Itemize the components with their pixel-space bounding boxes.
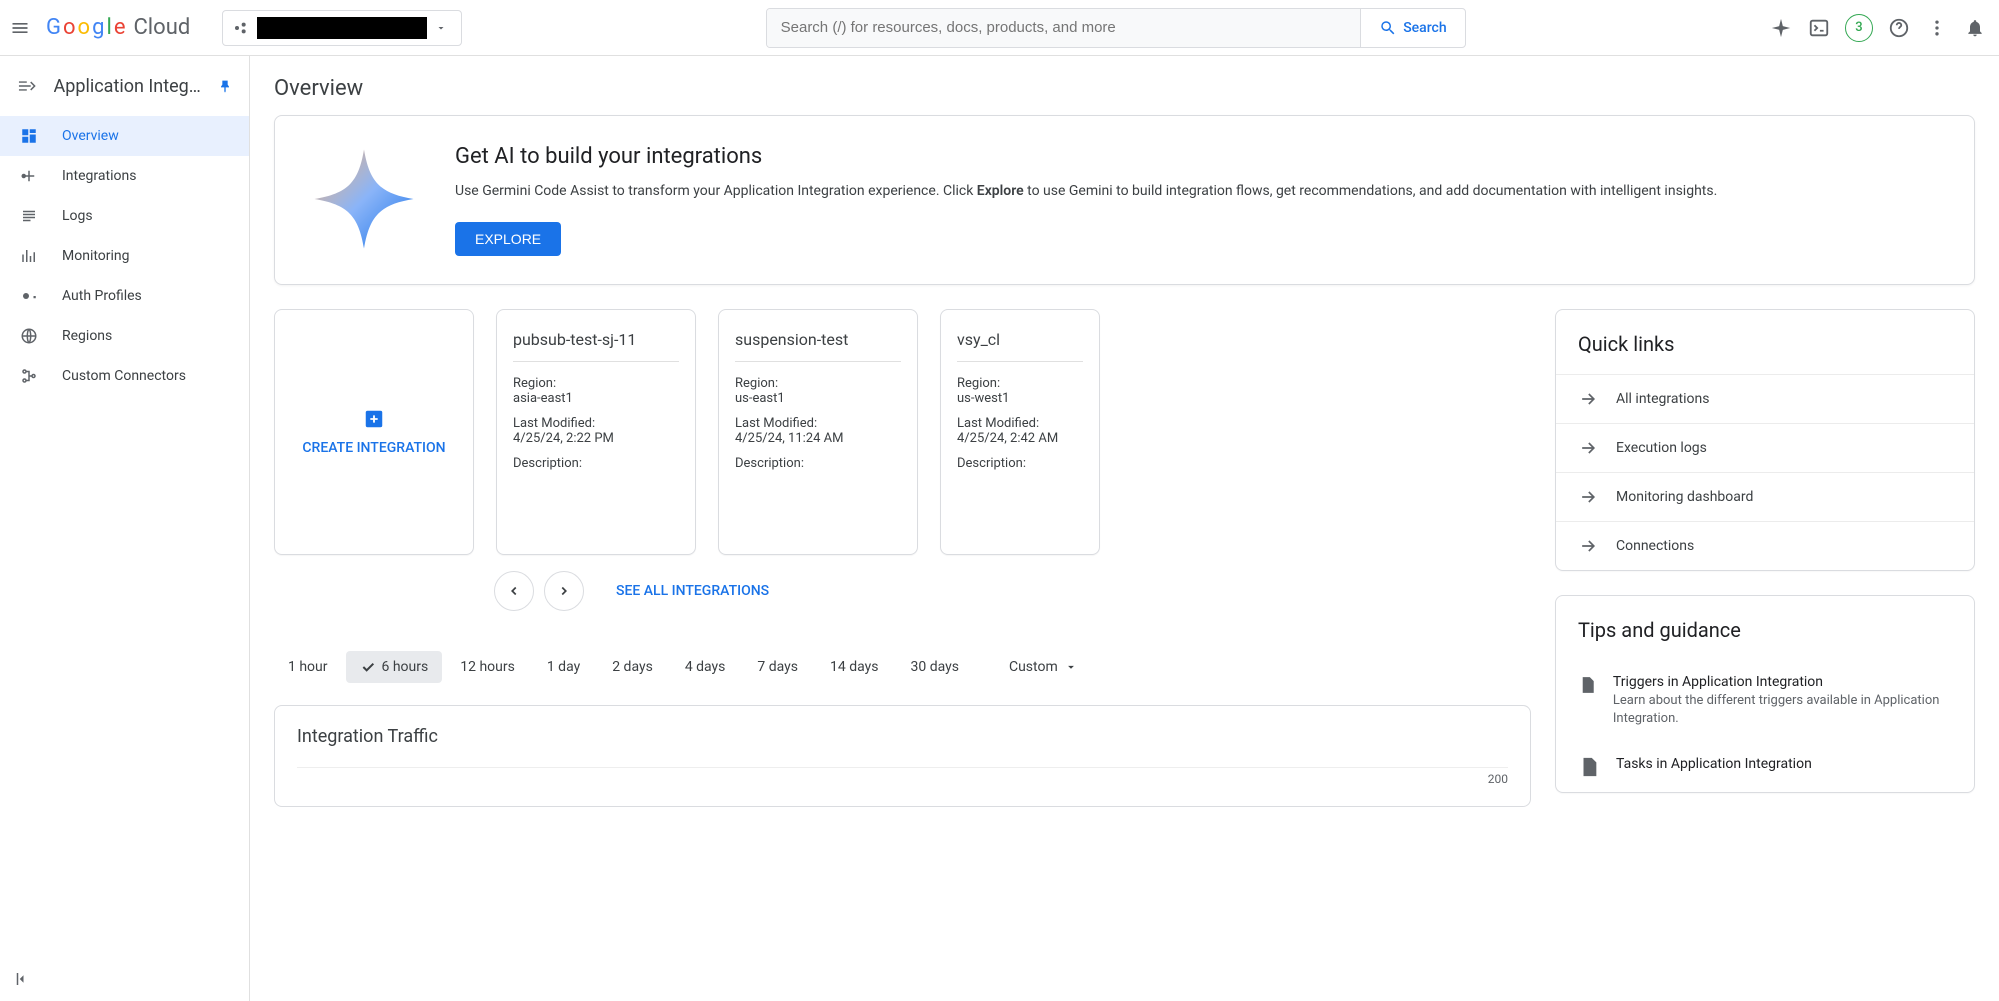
help-icon[interactable] [1887, 16, 1911, 40]
integration-cards: CREATE INTEGRATION pubsub-test-sj-11 Reg… [274, 309, 1531, 555]
time-tab-14d[interactable]: 14 days [816, 651, 892, 683]
check-icon [360, 659, 376, 675]
integration-card[interactable]: vsy_cl Region:us-west1 Last Modified:4/2… [940, 309, 1100, 555]
dashboard-icon [20, 127, 40, 145]
time-tab-7d[interactable]: 7 days [743, 651, 812, 683]
gemini-icon[interactable] [1769, 16, 1793, 40]
see-all-link[interactable]: SEE ALL INTEGRATIONS [616, 583, 769, 599]
banner-description: Use Germini Code Assist to transform you… [455, 181, 1717, 202]
arrow-right-icon [1578, 438, 1598, 458]
arrow-right-icon [1578, 389, 1598, 409]
arrow-right-icon [1578, 536, 1598, 556]
gemini-star-icon [309, 144, 419, 254]
time-tab-2d[interactable]: 2 days [598, 651, 667, 683]
google-cloud-logo[interactable]: GoogleCloud [46, 15, 190, 40]
key-icon [20, 287, 40, 305]
logs-icon [20, 207, 40, 225]
time-tab-1h[interactable]: 1 hour [274, 651, 342, 683]
time-tab-12h[interactable]: 12 hours [446, 651, 529, 683]
integration-icon [20, 167, 40, 185]
top-bar: GoogleCloud Search 3 [0, 0, 1999, 56]
tip-item[interactable]: Tasks in Application Integration [1556, 742, 1974, 792]
document-icon [1578, 674, 1597, 696]
search-box: Search [766, 8, 1466, 48]
trial-badge[interactable]: 3 [1845, 14, 1873, 42]
y-axis-label: 200 [297, 767, 1508, 786]
search-input[interactable] [767, 9, 1361, 47]
pin-icon[interactable] [217, 78, 233, 94]
integration-traffic-card: Integration Traffic 200 [274, 705, 1531, 807]
sidebar-item-custom-connectors[interactable]: Custom Connectors [0, 356, 249, 396]
sidebar-title: Application Integr… [54, 76, 203, 97]
traffic-title: Integration Traffic [297, 726, 1508, 747]
notifications-icon[interactable] [1963, 16, 1987, 40]
connectors-icon [20, 367, 40, 385]
sidebar-item-overview[interactable]: Overview [0, 116, 249, 156]
tips-title: Tips and guidance [1556, 596, 1974, 660]
more-icon[interactable] [1925, 16, 1949, 40]
time-range-tabs: 1 hour 6 hours 12 hours 1 day 2 days 4 d… [274, 651, 1531, 683]
banner-title: Get AI to build your integrations [455, 144, 1717, 169]
ai-banner: Get AI to build your integrations Use Ge… [274, 115, 1975, 285]
integration-card[interactable]: suspension-test Region:us-east1 Last Mod… [718, 309, 918, 555]
sidebar-item-regions[interactable]: Regions [0, 316, 249, 356]
chevron-down-icon [435, 22, 447, 34]
quick-link-all-integrations[interactable]: All integrations [1556, 374, 1974, 423]
tips-panel: Tips and guidance Triggers in Applicatio… [1555, 595, 1975, 793]
search-icon [1379, 19, 1397, 37]
prev-button[interactable] [494, 571, 534, 611]
chevron-down-icon [1064, 660, 1078, 674]
monitoring-icon [20, 247, 40, 265]
quick-link-execution-logs[interactable]: Execution logs [1556, 423, 1974, 472]
tip-item[interactable]: Triggers in Application Integration Lear… [1556, 660, 1974, 742]
time-tab-4d[interactable]: 4 days [671, 651, 740, 683]
sidebar: Application Integr… Overview Integration… [0, 56, 250, 1001]
app-integration-icon [16, 74, 40, 98]
main-content: Overview Get AI to build your integratio… [250, 56, 1999, 1001]
quick-link-monitoring[interactable]: Monitoring dashboard [1556, 472, 1974, 521]
time-tab-1d[interactable]: 1 day [533, 651, 594, 683]
cloud-shell-icon[interactable] [1807, 16, 1831, 40]
search-button[interactable]: Search [1360, 9, 1464, 47]
create-integration-card[interactable]: CREATE INTEGRATION [274, 309, 474, 555]
sidebar-item-integrations[interactable]: Integrations [0, 156, 249, 196]
explore-button[interactable]: EXPLORE [455, 222, 561, 256]
quick-links-title: Quick links [1556, 310, 1974, 374]
plus-icon [363, 408, 385, 430]
quick-links-panel: Quick links All integrations Execution l… [1555, 309, 1975, 571]
quick-link-connections[interactable]: Connections [1556, 521, 1974, 570]
integration-card[interactable]: pubsub-test-sj-11 Region:asia-east1 Last… [496, 309, 696, 555]
page-title: Overview [250, 56, 1999, 115]
menu-icon[interactable] [8, 16, 32, 40]
collapse-sidebar-icon[interactable] [10, 967, 34, 991]
time-tab-6h[interactable]: 6 hours [346, 651, 443, 683]
next-button[interactable] [544, 571, 584, 611]
document-icon [1578, 756, 1600, 778]
globe-icon [20, 327, 40, 345]
arrow-right-icon [1578, 487, 1598, 507]
project-name-redacted [257, 17, 427, 39]
sidebar-item-logs[interactable]: Logs [0, 196, 249, 236]
project-selector[interactable] [222, 10, 462, 46]
sidebar-item-monitoring[interactable]: Monitoring [0, 236, 249, 276]
time-tab-30d[interactable]: 30 days [897, 651, 973, 683]
time-tab-custom[interactable]: Custom [995, 651, 1092, 683]
sidebar-item-auth-profiles[interactable]: Auth Profiles [0, 276, 249, 316]
